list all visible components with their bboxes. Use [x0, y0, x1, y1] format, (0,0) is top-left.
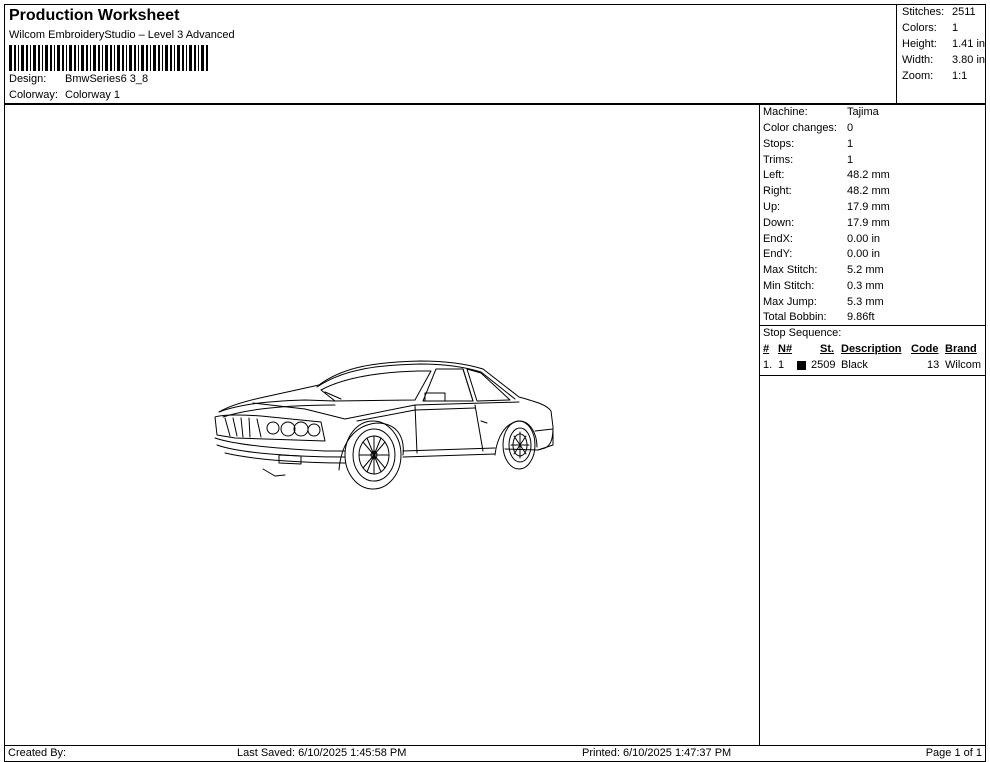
design-summary: Stitches: 2511 Colors: 1 Height: 1.41 in Wi… — [896, 5, 986, 103]
info-label: Right: — [763, 185, 792, 197]
stop-row-code: 13 — [927, 359, 940, 371]
info-row: Down: 17.9 mm — [763, 217, 890, 229]
info-label: Stops: — [763, 138, 795, 150]
info-value: 17.9 mm — [847, 217, 890, 229]
height-label: Height: — [902, 38, 937, 50]
zoom-label: Zoom: — [902, 70, 934, 82]
last-saved: Last Saved: 6/10/2025 1:45:58 PM — [237, 747, 407, 759]
info-row: Max Stitch: 5.2 mm — [763, 264, 884, 276]
info-label: Min Stitch: — [763, 280, 815, 292]
page-title: Production Worksheet — [9, 7, 180, 24]
info-row: EndX: 0.00 in — [763, 233, 880, 245]
created-by: Created By: — [8, 747, 67, 759]
col-header-brand: Brand — [945, 343, 977, 355]
stop-row-brand: Wilcom — [945, 359, 982, 371]
color-swatch — [797, 361, 806, 373]
printed-date: Printed: 6/10/2025 1:47:37 PM — [582, 747, 732, 759]
height-row: Height: 1.41 in — [902, 38, 985, 50]
zoom-value: 1:1 — [952, 70, 968, 82]
info-row: Right: 48.2 mm — [763, 185, 890, 197]
info-value: 5.3 mm — [847, 296, 884, 308]
info-row: Left: 48.2 mm — [763, 169, 890, 181]
info-value: Tajima — [847, 106, 879, 118]
info-row: Min Stitch: 0.3 mm — [763, 280, 884, 292]
info-row: Machine: Tajima — [763, 106, 879, 118]
info-value: 5.2 mm — [847, 264, 884, 276]
colors-row: Colors: 1 — [902, 22, 958, 34]
colorway-label: Colorway: — [9, 89, 58, 101]
info-label: Max Jump: — [763, 296, 817, 308]
stop-row-needle: 1 — [778, 359, 785, 371]
info-label: EndY: — [763, 248, 793, 260]
col-header-needle: N# — [778, 343, 793, 355]
info-value: 0.00 in — [847, 248, 881, 260]
height-value: 1.41 in — [952, 38, 986, 50]
page-number: Page 1 of 1 — [925, 747, 982, 759]
info-label: Up: — [763, 201, 781, 213]
zoom-row: Zoom: 1:1 — [902, 70, 967, 82]
colorway-value: Colorway 1 — [65, 89, 121, 101]
info-label: Down: — [763, 217, 795, 229]
col-header-code: Code — [911, 343, 939, 355]
stop-row-stitches: 2509 — [811, 359, 836, 371]
width-row: Width: 3.80 in — [902, 54, 985, 66]
colors-value: 1 — [952, 22, 959, 34]
col-header-num: # — [763, 343, 770, 355]
colors-label: Colors: — [902, 22, 937, 34]
col-header-stitches: St. — [820, 343, 835, 355]
machine-info-panel: Machine: Tajima Color changes: 0 Stops: 1 T… — [759, 104, 986, 746]
colorway-row: Colorway: Colorway 1 — [9, 89, 120, 101]
info-row: Stops: 1 — [763, 138, 853, 150]
divider — [760, 325, 985, 326]
header-info: Production Worksheet Wilcom EmbroiderySt… — [5, 5, 895, 103]
info-row: Up: 17.9 mm — [763, 201, 890, 213]
col-header-description: Description — [841, 343, 902, 355]
width-value: 3.80 in — [952, 54, 986, 66]
info-value: 48.2 mm — [847, 185, 890, 197]
info-row: Color changes: 0 — [763, 122, 853, 134]
info-value: 1 — [847, 138, 854, 150]
info-label: Total Bobbin: — [763, 311, 827, 323]
info-value: 0.00 in — [847, 233, 881, 245]
info-row: Total Bobbin: 9.86ft — [763, 311, 875, 323]
info-label: Trims: — [763, 154, 794, 166]
stitches-label: Stitches: — [902, 6, 945, 18]
info-label: Left: — [763, 169, 785, 181]
info-label: Machine: — [763, 106, 808, 118]
design-preview — [4, 104, 760, 746]
car-outline-icon — [214, 360, 554, 490]
info-value: 0 — [847, 122, 854, 134]
info-label: EndX: — [763, 233, 793, 245]
info-row: Trims: 1 — [763, 154, 853, 166]
stitches-value: 2511 — [952, 6, 976, 18]
info-value: 1 — [847, 154, 854, 166]
design-value: BmwSeries6 3_8 — [65, 73, 149, 85]
width-label: Width: — [902, 54, 934, 66]
info-row: EndY: 0.00 in — [763, 248, 880, 260]
info-label: Color changes: — [763, 122, 837, 134]
barcode-icon — [9, 45, 208, 71]
info-value: 17.9 mm — [847, 201, 890, 213]
info-value: 9.86ft — [847, 311, 875, 323]
divider — [760, 375, 985, 376]
info-row: Max Jump: 5.3 mm — [763, 296, 884, 308]
stop-row-num: 1. — [763, 359, 773, 371]
design-row: Design: BmwSeries6 3_8 — [9, 73, 148, 85]
info-value: 0.3 mm — [847, 280, 884, 292]
design-label: Design: — [9, 73, 47, 85]
stop-row-description: Black — [841, 359, 868, 371]
info-value: 48.2 mm — [847, 169, 890, 181]
info-label: Max Stitch: — [763, 264, 818, 276]
worksheet-header: Production Worksheet Wilcom EmbroiderySt… — [4, 4, 986, 104]
stop-sequence-title: Stop Sequence: — [763, 327, 842, 339]
thread-color-swatch — [797, 361, 806, 370]
stitches-row: Stitches: 2511 — [902, 6, 976, 18]
worksheet-footer: Created By: Last Saved: 6/10/2025 1:45:5… — [4, 745, 986, 762]
software-name: Wilcom EmbroideryStudio – Level 3 Advanc… — [9, 29, 235, 41]
